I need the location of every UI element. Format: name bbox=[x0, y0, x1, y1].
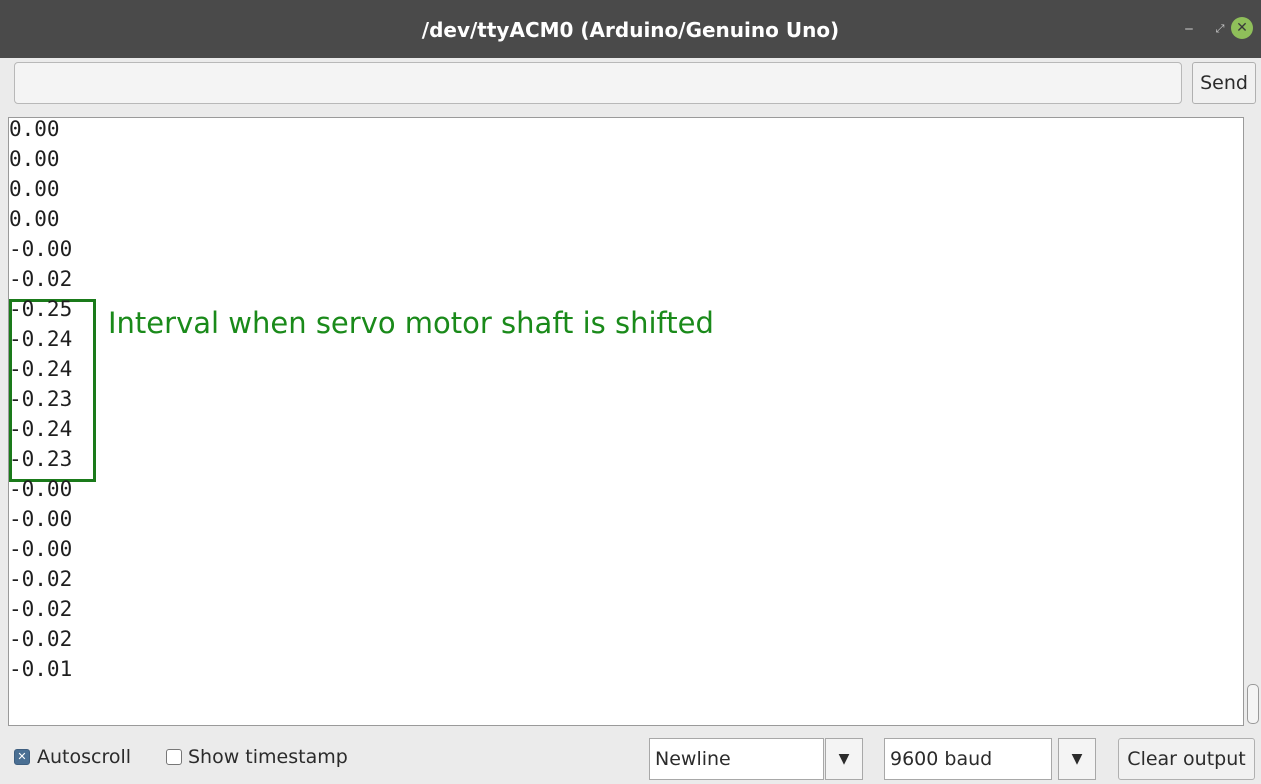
output-line: -0.02 bbox=[9, 597, 73, 621]
bottom-bar: ✕ Autoscroll Show timestamp Newline ▼ 96… bbox=[0, 732, 1261, 784]
output-line: -0.00 bbox=[9, 537, 73, 561]
output-line: 0.00 bbox=[9, 177, 60, 201]
serial-output[interactable]: Interval when servo motor shaft is shift… bbox=[8, 117, 1244, 726]
baud-rate-select[interactable]: 9600 baud bbox=[884, 738, 1052, 780]
title-bar: /dev/ttyACM0 (Arduino/Genuino Uno) ‒ ⤢ ✕ bbox=[0, 0, 1261, 58]
maximize-icon[interactable]: ⤢ bbox=[1209, 18, 1231, 40]
close-icon[interactable]: ✕ bbox=[1231, 17, 1253, 39]
timestamp-label[interactable]: Show timestamp bbox=[188, 746, 348, 768]
autoscroll-checkbox[interactable]: ✕ bbox=[14, 749, 30, 765]
autoscroll-label[interactable]: Autoscroll bbox=[37, 746, 131, 768]
clear-output-button[interactable]: Clear output bbox=[1118, 738, 1255, 780]
output-line: -0.25 bbox=[9, 297, 73, 321]
annotation-text: Interval when servo motor shaft is shift… bbox=[108, 306, 714, 340]
window-title: /dev/ttyACM0 (Arduino/Genuino Uno) bbox=[421, 18, 840, 42]
output-line: -0.23 bbox=[9, 387, 73, 411]
output-line: -0.24 bbox=[9, 357, 73, 381]
output-line: -0.02 bbox=[9, 267, 73, 291]
baud-rate-value: 9600 baud bbox=[890, 748, 993, 770]
chevron-down-icon[interactable]: ▼ bbox=[1058, 738, 1096, 780]
minimize-icon[interactable]: ‒ bbox=[1178, 18, 1200, 40]
output-line: -0.01 bbox=[9, 657, 73, 681]
output-line: -0.02 bbox=[9, 627, 73, 651]
output-line: -0.24 bbox=[9, 417, 73, 441]
output-line: -0.24 bbox=[9, 327, 73, 351]
output-line: -0.02 bbox=[9, 567, 73, 591]
chevron-down-icon[interactable]: ▼ bbox=[825, 738, 863, 780]
timestamp-checkbox[interactable] bbox=[166, 749, 182, 765]
output-line: 0.00 bbox=[9, 117, 60, 141]
output-line: -0.23 bbox=[9, 447, 73, 471]
input-row: Send bbox=[0, 58, 1261, 116]
output-line: -0.00 bbox=[9, 507, 73, 531]
scrollbar-thumb[interactable] bbox=[1247, 684, 1259, 724]
output-line: 0.00 bbox=[9, 147, 60, 171]
output-line: 0.00 bbox=[9, 207, 60, 231]
send-button[interactable]: Send bbox=[1192, 62, 1256, 104]
serial-message-input[interactable] bbox=[14, 62, 1182, 104]
line-ending-value: Newline bbox=[655, 748, 731, 770]
output-line: -0.00 bbox=[9, 237, 73, 261]
output-line: -0.00 bbox=[9, 477, 73, 501]
line-ending-select[interactable]: Newline bbox=[649, 738, 824, 780]
output-scrollbar[interactable] bbox=[1244, 117, 1261, 726]
